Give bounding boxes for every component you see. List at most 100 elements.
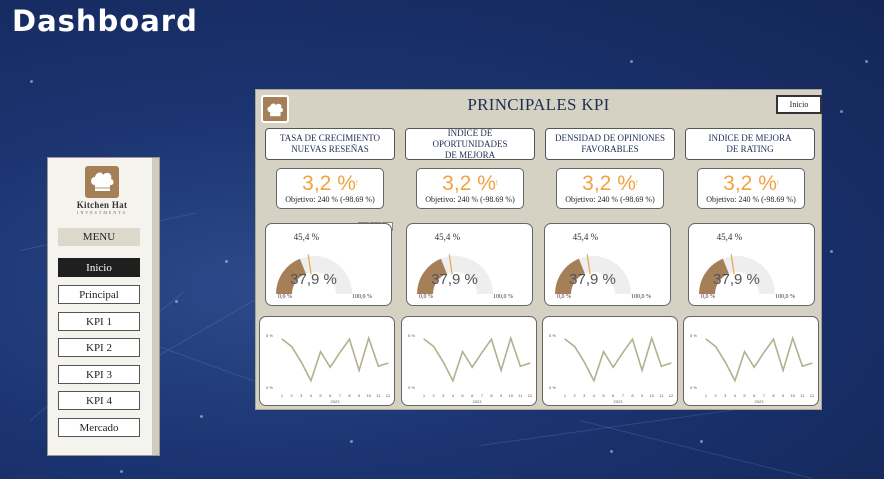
kpi-status-mark: ! <box>776 180 779 187</box>
trend-point <box>660 365 662 367</box>
x-tick-label: 5 <box>602 393 605 398</box>
trend-series-line <box>281 335 389 383</box>
trend-series-line <box>564 335 672 383</box>
x-tick-label: 6 <box>753 393 756 398</box>
trend-point <box>281 338 283 340</box>
y-tick-label: 0 % <box>549 385 556 390</box>
sidebar-logo: Kitchen Hat INVESTMENTS <box>66 166 138 220</box>
kpi-value-text: 3,2 % <box>723 172 777 195</box>
x-tick-label: 5 <box>743 393 746 398</box>
x-tick-label: 10 <box>791 393 796 398</box>
gauge-card-4[interactable]: 45,4 % 37,9 % 0,0 % 100,0 % <box>688 223 815 306</box>
x-tick-label: 11 <box>800 393 805 398</box>
gauge-value-label: 37,9 % <box>569 271 616 288</box>
trend-point <box>811 362 813 364</box>
x-tick-label: 2 <box>574 393 577 398</box>
trend-point <box>641 369 643 371</box>
trend-card-3[interactable]: 5 % 0 % 1 2 3 4 5 6 7 8 9 10 11 12 2023 <box>542 316 678 406</box>
inicio-button[interactable]: Inicio <box>776 95 822 114</box>
nav-button-kpi-1[interactable]: KPI 1 <box>58 312 140 331</box>
trend-point <box>490 338 493 340</box>
kpi-value: 3,2 %! <box>417 173 523 195</box>
gauge-target-label: 45,4 % <box>293 232 320 242</box>
nav-button-kpi-3[interactable]: KPI 3 <box>58 365 140 384</box>
trend-point <box>310 380 312 382</box>
kpi-card-2[interactable]: 3,2 %! Objetivo: 240 % (-98.69 %) <box>416 168 524 209</box>
gauge-card-1[interactable]: 45,4 % 37,9 % 0,0 % 100,0 % <box>265 223 392 306</box>
sidebar-scroll-strip <box>152 158 159 455</box>
trend-point <box>329 366 331 368</box>
gauge-min-label: 0,0 % <box>557 294 571 300</box>
background-dot <box>200 415 203 418</box>
x-tick-label: 2 <box>715 393 718 398</box>
kpi-card-4[interactable]: 3,2 %! Objetivo: 240 % (-98.69 %) <box>697 168 805 209</box>
trend-point <box>651 337 653 339</box>
kpi-header-4: INDICE DE MEJORA DE RATING <box>685 128 815 160</box>
trend-point <box>452 380 454 382</box>
x-tick-label: 3 <box>300 393 303 398</box>
chef-hat-icon <box>85 166 119 198</box>
x-axis-label: 2023 <box>614 399 624 404</box>
x-tick-label: 9 <box>641 393 644 398</box>
trend-point <box>358 369 360 371</box>
trend-point <box>670 362 672 364</box>
x-tick-label: 7 <box>763 393 766 398</box>
nav-button-kpi-4[interactable]: KPI 4 <box>58 391 140 410</box>
x-tick-label: 11 <box>659 393 664 398</box>
trend-point <box>319 351 322 353</box>
trend-point <box>519 365 521 367</box>
x-tick-label: 8 <box>772 393 775 398</box>
y-tick-label: 5 % <box>266 333 273 338</box>
gauge-max-label: 100,0 % <box>775 294 795 300</box>
kpi-status-mark: ! <box>495 180 498 187</box>
trend-point <box>743 351 746 353</box>
trend-point <box>593 380 595 382</box>
trend-line-chart: 5 %0 %1 2 3 4 5 6 7 8 9 10 11 122023 <box>408 333 533 404</box>
background-dot <box>175 300 178 303</box>
trend-card-4[interactable]: 5 % 0 % 1 2 3 4 5 6 7 8 9 10 11 12 2023 <box>683 316 819 406</box>
x-tick-label: 11 <box>518 393 523 398</box>
kpi-card-3[interactable]: 3,2 %! Objetivo: 240 % (-98.69 %) <box>556 168 664 209</box>
x-tick-label: 8 <box>490 393 493 398</box>
trend-point <box>705 338 707 340</box>
kpi-status-mark: ! <box>355 180 358 187</box>
x-tick-label: 10 <box>650 393 655 398</box>
trend-card-1[interactable]: 5 % 0 % 1 2 3 4 5 6 7 8 9 10 11 12 2023 <box>259 316 395 406</box>
report-title: PRINCIPALES KPI <box>467 95 610 114</box>
x-tick-label: 11 <box>376 393 381 398</box>
x-tick-label: 2 <box>291 393 294 398</box>
kpi-objective: Objetivo: 240 % (-98.69 %) <box>565 195 655 204</box>
background-dot <box>865 60 868 63</box>
kpi-value: 3,2 %! <box>277 173 383 195</box>
trend-point <box>801 365 803 367</box>
nav-button-mercado[interactable]: Mercado <box>58 418 140 437</box>
x-tick-label: 3 <box>583 393 586 398</box>
kpi-card-1[interactable]: 3,2 %! Objetivo: 240 % (-98.69 %) <box>276 168 384 209</box>
kpi-header-1: TASA DE CRECIMIENTO NUEVAS RESEÑAS <box>265 128 395 160</box>
kpi-value-text: 3,2 % <box>582 172 636 195</box>
kpi-value-text: 3,2 % <box>442 172 496 195</box>
x-axis-label: 2023 <box>331 399 341 404</box>
trend-point <box>300 361 302 363</box>
x-tick-label: 2 <box>433 393 436 398</box>
background-dot <box>610 450 613 453</box>
gauge-max-label: 100,0 % <box>493 294 513 300</box>
kpi-status-mark: ! <box>635 180 638 187</box>
gauge-card-2[interactable]: 45,4 % 37,9 % 0,0 % 100,0 % <box>406 223 533 306</box>
nav-button-principal[interactable]: Principal <box>58 285 140 304</box>
trend-series-line <box>423 335 531 383</box>
x-axis-label: 2023 <box>755 399 765 404</box>
gauge-target-label: 45,4 % <box>716 232 743 242</box>
y-tick-label: 5 % <box>549 333 556 338</box>
nav-button-kpi-2[interactable]: KPI 2 <box>58 338 140 357</box>
trend-card-2[interactable]: 5 % 0 % 1 2 3 4 5 6 7 8 9 10 11 12 2023 <box>401 316 537 406</box>
x-tick-label: 12 <box>810 393 815 398</box>
gauge-card-3[interactable]: 45,4 % 37,9 % 0,0 % 100,0 % <box>544 223 671 306</box>
trend-point <box>763 352 765 354</box>
x-tick-label: 4 <box>452 393 455 398</box>
sidebar: Kitchen Hat INVESTMENTS MENU Inicio Princ… <box>47 157 160 456</box>
background-dot <box>840 110 843 113</box>
nav-button-inicio[interactable]: Inicio <box>58 258 140 277</box>
y-tick-label: 0 % <box>266 385 273 390</box>
x-tick-label: 5 <box>319 393 322 398</box>
